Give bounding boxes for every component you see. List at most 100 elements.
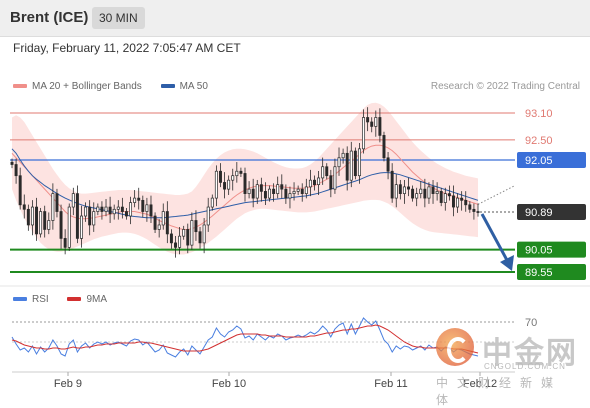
candle-body bbox=[280, 184, 284, 190]
candle-body bbox=[382, 135, 386, 159]
candle-body bbox=[259, 184, 263, 192]
candle-body bbox=[476, 211, 480, 213]
candle-body bbox=[30, 206, 34, 226]
candle-body bbox=[419, 188, 423, 194]
candle-body bbox=[51, 193, 55, 221]
candle-body bbox=[190, 220, 194, 246]
candle-body bbox=[133, 197, 137, 203]
candle-body bbox=[157, 224, 161, 230]
watermark-tagline: 中文财经新媒体 bbox=[436, 376, 563, 407]
watermark-logo-icon bbox=[436, 328, 474, 366]
candle-body bbox=[451, 195, 455, 208]
candle-body bbox=[272, 188, 276, 194]
level-label-support: 89.55 bbox=[525, 267, 553, 279]
candle-body bbox=[10, 161, 14, 165]
candle-body bbox=[174, 242, 177, 248]
candle-body bbox=[47, 220, 51, 230]
candle-body bbox=[100, 206, 104, 212]
candle-body bbox=[427, 186, 431, 199]
candle-body bbox=[84, 206, 88, 217]
level-label-resistance: 93.10 bbox=[525, 108, 553, 120]
candle-body bbox=[227, 179, 231, 190]
candle-body bbox=[321, 166, 325, 179]
candle-body bbox=[415, 193, 419, 199]
forecast-arrow-icon bbox=[480, 213, 510, 263]
candle-body bbox=[239, 170, 243, 174]
candle-body bbox=[472, 208, 476, 212]
candle-body bbox=[366, 117, 370, 123]
level-label-support: 90.05 bbox=[525, 245, 553, 257]
candle-body bbox=[362, 117, 366, 150]
candle-body bbox=[182, 229, 186, 237]
candle-body bbox=[231, 175, 235, 181]
candle-body bbox=[112, 208, 116, 215]
candle-body bbox=[288, 193, 292, 199]
candle-body bbox=[300, 188, 304, 194]
level-label-last: 90.89 bbox=[525, 207, 553, 219]
candle-body bbox=[235, 170, 239, 177]
watermark: 中金网 CNGOLD.COM.CN 中文财经新媒体 bbox=[430, 328, 580, 407]
projection-dotted-line bbox=[477, 185, 516, 205]
candle-body bbox=[284, 188, 288, 199]
candle-body bbox=[370, 121, 374, 127]
candle-body bbox=[439, 191, 443, 203]
watermark-url: CNGOLD.COM.CN bbox=[484, 362, 566, 371]
candle-body bbox=[59, 211, 63, 239]
candle-body bbox=[394, 184, 398, 199]
candle-body bbox=[80, 215, 83, 239]
candle-body bbox=[137, 197, 141, 201]
candle-body bbox=[88, 206, 92, 226]
candle-body bbox=[178, 235, 182, 248]
candle-body bbox=[337, 157, 341, 168]
candle-body bbox=[378, 117, 382, 136]
candle-body bbox=[186, 229, 190, 246]
candle-body bbox=[116, 206, 120, 210]
candle-body bbox=[345, 152, 349, 181]
candle-body bbox=[423, 188, 427, 199]
candle-body bbox=[18, 175, 22, 206]
candle-body bbox=[255, 184, 259, 199]
candle-body bbox=[14, 164, 18, 177]
candle-body bbox=[263, 191, 267, 199]
candle-body bbox=[292, 191, 296, 194]
candle-body bbox=[22, 204, 26, 210]
candle-body bbox=[43, 211, 47, 230]
candle-body bbox=[214, 170, 218, 199]
candle-body bbox=[96, 206, 100, 212]
candle-body bbox=[251, 188, 255, 199]
candle-body bbox=[243, 173, 247, 194]
candle-body bbox=[407, 186, 410, 190]
x-tick-label: Feb 9 bbox=[54, 378, 82, 390]
candle-body bbox=[218, 170, 222, 183]
candle-body bbox=[165, 211, 169, 235]
candle-body bbox=[120, 206, 124, 212]
candle-body bbox=[296, 188, 300, 192]
candle-body bbox=[329, 175, 333, 190]
candle-body bbox=[55, 193, 59, 212]
candle-body bbox=[276, 184, 280, 194]
candle-body bbox=[194, 220, 198, 233]
candle-body bbox=[341, 152, 345, 159]
candle-body bbox=[39, 211, 43, 235]
candle-body bbox=[304, 186, 308, 194]
candle-body bbox=[443, 193, 447, 203]
candle-body bbox=[129, 202, 133, 217]
candle-body bbox=[247, 188, 251, 194]
candle-body bbox=[386, 157, 390, 172]
candle-body bbox=[26, 208, 30, 226]
level-label-resistance: 92.50 bbox=[525, 135, 553, 147]
candle-body bbox=[169, 233, 173, 244]
candle-body bbox=[308, 179, 312, 188]
candle-body bbox=[456, 197, 460, 208]
candle-body bbox=[435, 191, 439, 194]
candle-body bbox=[161, 211, 165, 226]
candle-body bbox=[92, 211, 96, 226]
candle-body bbox=[460, 197, 464, 201]
candle-body bbox=[67, 206, 71, 248]
x-tick-label: Feb 10 bbox=[212, 378, 246, 390]
candle-body bbox=[75, 193, 79, 239]
candle-body bbox=[447, 193, 451, 197]
x-tick-label: Feb 11 bbox=[374, 378, 407, 390]
candle-body bbox=[202, 224, 206, 244]
candle-body bbox=[357, 148, 361, 177]
